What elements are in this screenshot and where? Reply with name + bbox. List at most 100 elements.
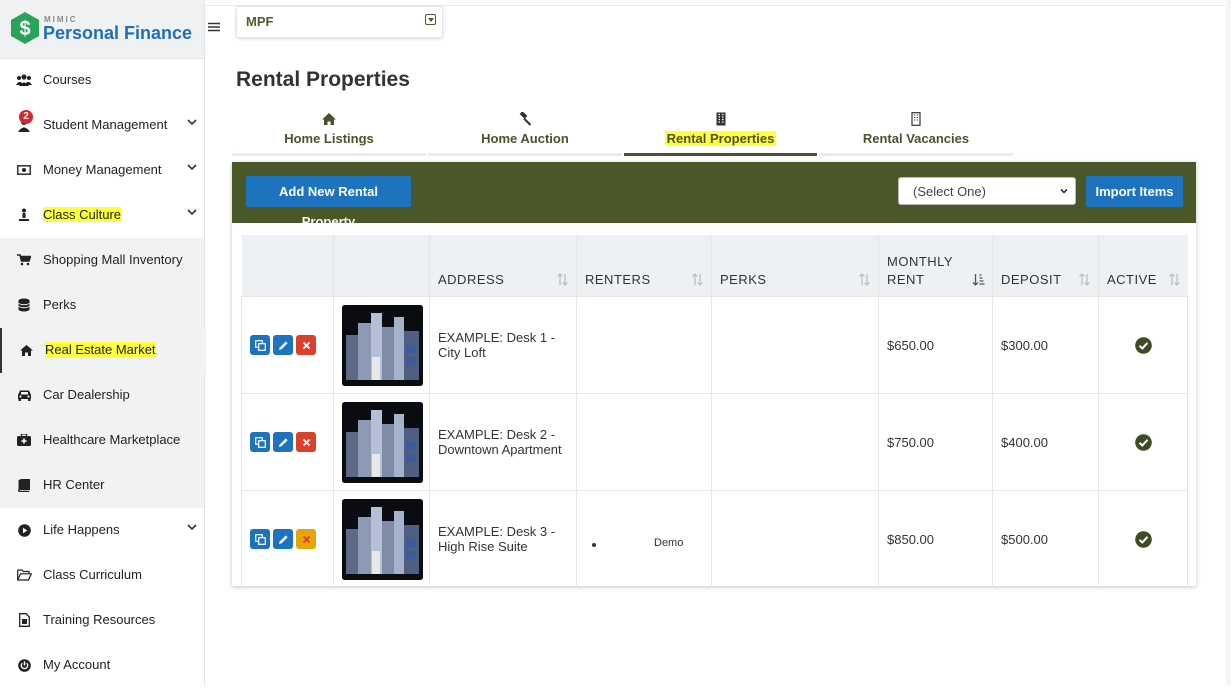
- edit-button[interactable]: [273, 335, 293, 355]
- course-selector[interactable]: MPF: [236, 6, 443, 38]
- table-row: EXAMPLE: Desk 3 - High Rise Suite Demo $…: [241, 490, 1188, 588]
- sort-ascending-icon[interactable]: [972, 273, 985, 286]
- sidebar-item-car-dealership[interactable]: Car Dealership: [0, 373, 204, 418]
- sidebar-item-label: Perks: [43, 297, 77, 312]
- sidebar-item-my-account[interactable]: My Account: [0, 643, 204, 688]
- money-icon: [16, 163, 32, 177]
- gavel-icon: [519, 112, 532, 126]
- page-title: Rental Properties: [236, 68, 410, 91]
- delete-button[interactable]: [296, 335, 316, 355]
- row-actions-cell: [241, 296, 334, 394]
- sort-icon[interactable]: [556, 273, 569, 286]
- chevron-down-icon: [187, 524, 197, 531]
- sidebar-item-label: Student Management: [43, 117, 168, 132]
- sort-icon[interactable]: [1078, 273, 1091, 286]
- address-cell: EXAMPLE: Desk 3 - High Rise Suite: [429, 490, 577, 588]
- sidebar-item-courses[interactable]: Courses: [0, 58, 204, 103]
- sidebar-item-label: My Account: [43, 657, 111, 672]
- copy-button[interactable]: [250, 529, 270, 549]
- check-circle-icon[interactable]: [1134, 433, 1152, 451]
- sort-icon[interactable]: [858, 273, 871, 286]
- edit-button[interactable]: [273, 432, 293, 452]
- column-header-address[interactable]: ADDRESS: [429, 235, 577, 297]
- deposit-cell: $300.00: [992, 296, 1099, 394]
- row-actions-cell: [241, 393, 334, 491]
- copy-icon: [254, 339, 266, 351]
- hamburger-menu-icon[interactable]: [207, 20, 221, 34]
- sidebar-item-money-management[interactable]: Money Management: [0, 148, 204, 193]
- tab-rental-vacancies[interactable]: Rental Vacancies: [819, 108, 1013, 156]
- sidebar-item-shopping-mall-inventory[interactable]: Shopping Mall Inventory: [0, 238, 204, 283]
- column-header-deposit[interactable]: DEPOSIT: [992, 235, 1099, 297]
- logo[interactable]: $ MIMIC Personal Finance: [0, 0, 204, 59]
- column-header-monthly-rent[interactable]: MONTHLY RENT: [878, 235, 993, 297]
- folder-open-icon: [16, 568, 32, 582]
- tab-home-auction[interactable]: Home Auction: [428, 108, 622, 156]
- column-label: ACTIVE: [1107, 272, 1157, 287]
- address-cell: EXAMPLE: Desk 2 - Downtown Apartment: [429, 393, 577, 491]
- active-cell: [1098, 490, 1188, 588]
- edit-button[interactable]: [273, 529, 293, 549]
- home-icon: [18, 343, 34, 357]
- rental-properties-panel: Add New Rental Property (Select One) Imp…: [232, 162, 1196, 588]
- tab-home-listings[interactable]: Home Listings: [232, 108, 426, 156]
- notification-badge: 2: [19, 110, 33, 124]
- book-icon: [16, 478, 32, 492]
- address-cell: EXAMPLE: Desk 1 - City Loft: [429, 296, 577, 394]
- tab-rental-properties[interactable]: Rental Properties: [624, 108, 817, 156]
- copy-button[interactable]: [250, 432, 270, 452]
- sidebar-item-perks[interactable]: Perks: [0, 283, 204, 328]
- column-header-renters[interactable]: RENTERS: [576, 235, 712, 297]
- column-label: RENTERS: [585, 272, 651, 287]
- database-icon: [16, 298, 32, 312]
- course-selector-value: MPF: [246, 14, 274, 29]
- delete-button[interactable]: [296, 432, 316, 452]
- sort-icon[interactable]: [1168, 273, 1181, 286]
- deposit-cell: $400.00: [992, 393, 1099, 491]
- svg-text:$: $: [19, 18, 30, 40]
- file-icon: [16, 613, 32, 627]
- pencil-icon: [278, 437, 288, 447]
- column-header-perks[interactable]: PERKS: [711, 235, 879, 297]
- dropdown-toggle-icon[interactable]: [425, 14, 436, 25]
- tab-label: Home Auction: [481, 131, 569, 146]
- perks-cell: [711, 490, 879, 588]
- monthly-rent-cell: $750.00: [878, 393, 993, 491]
- property-thumbnail[interactable]: [342, 304, 423, 386]
- home-icon: [322, 113, 336, 125]
- check-circle-icon[interactable]: [1134, 336, 1152, 354]
- property-thumbnail[interactable]: [342, 401, 423, 483]
- close-icon: [302, 535, 310, 543]
- add-rental-property-button[interactable]: Add New Rental Property: [246, 176, 411, 229]
- table-header-row: ADDRESS RENTERS PERKS MONTHLY RENT DEPOS…: [241, 235, 1188, 297]
- property-thumbnail[interactable]: [342, 498, 423, 580]
- play-circle-icon: [16, 523, 32, 537]
- import-items-button[interactable]: Import Items: [1086, 176, 1183, 207]
- sidebar-item-healthcare-marketplace[interactable]: Healthcare Marketplace: [0, 418, 204, 463]
- sidebar-item-real-estate-market[interactable]: Real Estate Market: [0, 328, 206, 373]
- sidebar-item-life-happens[interactable]: Life Happens: [0, 508, 204, 553]
- sidebar-item-class-curriculum[interactable]: Class Curriculum: [0, 553, 204, 598]
- pencil-icon: [278, 534, 288, 544]
- column-label: DEPOSIT: [1001, 272, 1062, 287]
- delete-button-disabled[interactable]: [296, 529, 316, 549]
- page-scrollbar[interactable]: [1226, 0, 1231, 685]
- user-icon: 2: [16, 110, 33, 132]
- check-circle-icon[interactable]: [1134, 530, 1152, 548]
- copy-button[interactable]: [250, 335, 270, 355]
- column-header-actions: [241, 235, 334, 297]
- sidebar-item-hr-center[interactable]: HR Center: [0, 463, 204, 508]
- sidebar-item-label: Class Culture: [43, 207, 122, 222]
- column-header-active[interactable]: ACTIVE: [1098, 235, 1188, 297]
- property-image-cell: [333, 490, 430, 588]
- tab-underline: [428, 153, 622, 156]
- bulk-action-select[interactable]: (Select One): [898, 177, 1076, 205]
- tab-label-text: Rental Properties: [664, 131, 777, 146]
- sort-icon[interactable]: [691, 273, 704, 286]
- sidebar-item-student-management[interactable]: 2 Student Management: [0, 103, 204, 148]
- table-row: EXAMPLE: Desk 2 - Downtown Apartment $75…: [241, 393, 1188, 491]
- sidebar-item-training-resources[interactable]: Training Resources: [0, 598, 204, 643]
- sidebar-item-class-culture[interactable]: Class Culture: [0, 193, 204, 238]
- tab-label: Rental Properties: [624, 131, 817, 146]
- car-icon: [16, 388, 32, 402]
